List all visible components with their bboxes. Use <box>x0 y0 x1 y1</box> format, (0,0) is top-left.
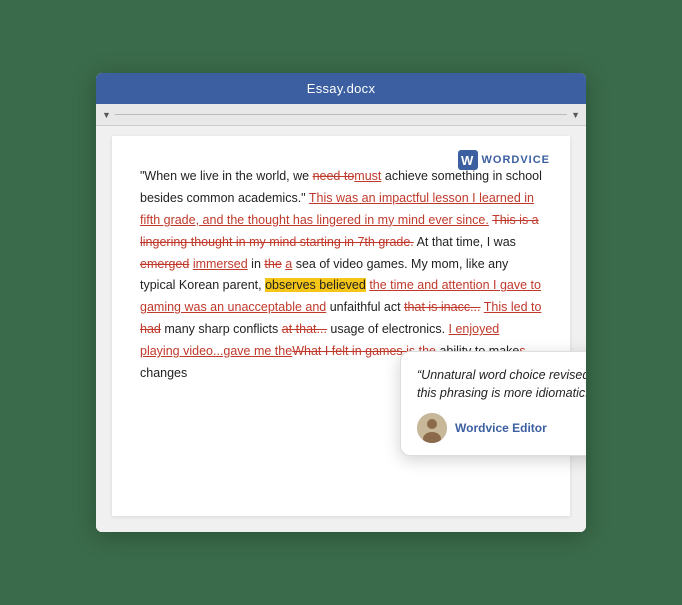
strikethrough-inacc: that is inacc... <box>404 300 480 314</box>
ruler-left-arrow: ▼ <box>102 110 111 120</box>
replacement-immersed: immersed <box>193 257 248 271</box>
svg-text:W: W <box>461 153 474 168</box>
replacement-must: must <box>354 169 381 183</box>
tooltip-popup: “Unnatural word choice revised; this phr… <box>400 351 586 457</box>
underline-led-to: This led to <box>484 300 542 314</box>
ruler: ▼ ▼ <box>96 104 586 126</box>
strikethrough-had: had <box>140 322 161 336</box>
document-title: Essay.docx <box>307 81 376 96</box>
document-page: W WORDVICE "When we live in the world, w… <box>112 136 570 516</box>
ruler-right-arrow: ▼ <box>571 110 580 120</box>
ruler-line <box>115 114 567 115</box>
avatar-image <box>417 413 447 443</box>
avatar <box>417 413 447 443</box>
text-segment: "When we live in the world, we <box>140 169 313 183</box>
wordvice-logo: W WORDVICE <box>458 150 551 170</box>
document-area: W WORDVICE "When we live in the world, w… <box>96 126 586 532</box>
text-segment: unfaithful act <box>326 300 404 314</box>
text-segment: in <box>248 257 265 271</box>
strikethrough-at-that: at that... <box>282 322 327 336</box>
text-segment: many sharp conflicts <box>161 322 282 336</box>
text-segment: At that time, I was <box>414 235 516 249</box>
wordvice-brand: WORDVICE <box>482 154 551 166</box>
tooltip-footer: Wordvice Editor <box>417 413 586 443</box>
wordvice-icon: W <box>458 150 478 170</box>
text-segment: changes <box>140 366 187 380</box>
titlebar: Essay.docx <box>96 73 586 104</box>
document-window: Essay.docx ▼ ▼ W WORDVICE "When we live … <box>96 73 586 532</box>
highlight-observes-believed: observes believed <box>265 278 366 292</box>
editor-name: Wordvice Editor <box>455 421 547 435</box>
text-segment: usage of electronics. <box>327 322 449 336</box>
underline-unacceptable: ming was an unacceptable and <box>154 300 326 314</box>
tooltip-quote-text: “Unnatural word choice revised; this phr… <box>417 366 586 404</box>
strikethrough-the: the <box>264 257 281 271</box>
strikethrough-need-to: need to <box>313 169 355 183</box>
strikethrough-emerged: emerged <box>140 257 189 271</box>
